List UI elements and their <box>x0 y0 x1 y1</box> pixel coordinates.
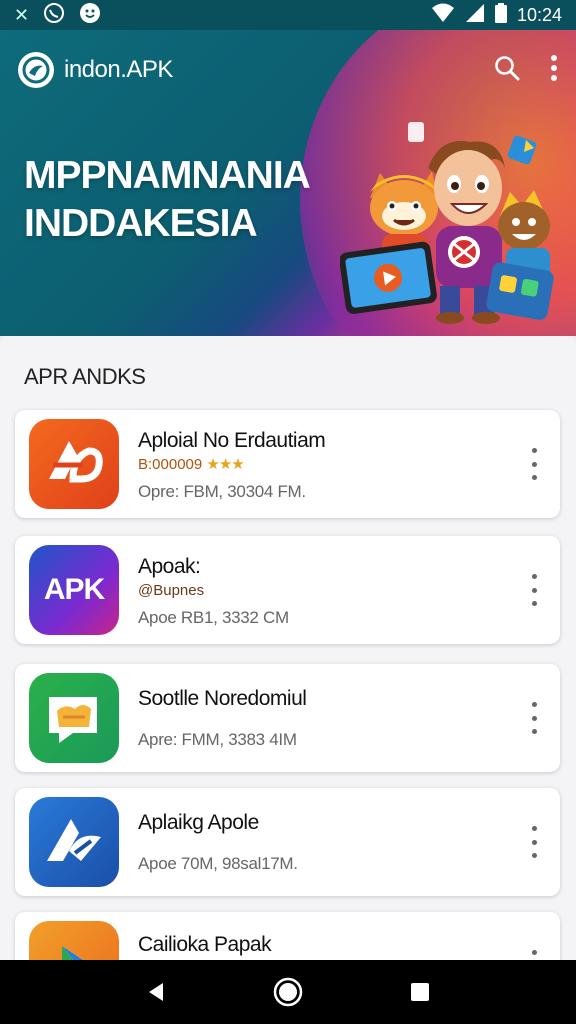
more-vert-icon[interactable] <box>550 54 558 86</box>
smiley-icon <box>79 2 101 29</box>
app-card[interactable]: Aploial No Erdautiam B:000009 ★★★ Opre: … <box>15 410 560 518</box>
signal-icon <box>465 3 485 28</box>
app-meta: Apoe RB1, 3332 CM <box>138 608 289 627</box>
app-name: Aploial No Erdautiam <box>138 429 326 452</box>
more-vert-icon[interactable] <box>528 826 540 858</box>
app-card[interactable]: APK Apoak: @Bupnes Apoe RB1, 3332 CM <box>15 536 560 644</box>
section-title: APR ANDKS <box>24 364 146 389</box>
app-card[interactable]: Cailioka Papak <box>15 912 560 960</box>
app-name: Apoak: <box>138 555 201 578</box>
app-card-text: Aplaikg Apole Apoe 70M, 98sal17M. <box>138 810 498 875</box>
app-rating-code: B:000009 <box>138 456 203 473</box>
app-bar: indon.APK <box>0 30 576 110</box>
app-card-text: Cailioka Papak <box>138 932 498 957</box>
app-icon-text: APK <box>43 573 105 606</box>
app-meta: Apoe 70M, 98sal17M. <box>138 854 298 873</box>
green-chat-logo-icon <box>29 673 119 763</box>
app-name: Sootlle Noredomiul <box>138 687 307 710</box>
x-notification-icon: ✕ <box>14 4 30 25</box>
back-icon[interactable] <box>136 972 176 1012</box>
more-vert-icon[interactable] <box>528 574 540 606</box>
app-card[interactable]: Aplaikg Apole Apoe 70M, 98sal17M. <box>15 788 560 896</box>
app-meta: Apre: FMM, 3383 4IM <box>138 730 297 749</box>
app-card[interactable]: Sootlle Noredomiul Apre: FMM, 3383 4IM <box>15 664 560 772</box>
ap-orange-logo-icon <box>29 419 119 509</box>
star-rating-icon: ★★★ <box>206 456 244 473</box>
app-card-text: Apoak: @Bupnes Apoe RB1, 3332 CM <box>138 554 498 629</box>
play-logo-icon <box>29 921 119 960</box>
app-name: Cailioka Papak <box>138 933 272 956</box>
status-bar: ✕ 10:24 <box>0 0 576 30</box>
app-subtitle: B:000009 ★★★ <box>138 455 498 475</box>
status-time: 10:24 <box>516 4 562 25</box>
app-card-text: Sootlle Noredomiul Apre: FMM, 3383 4IM <box>138 686 498 751</box>
hero-banner: indon.APK MPPNAMNANIA INDDAKESIA <box>0 30 576 336</box>
app-name: Aplaikg Apole <box>138 811 259 834</box>
app-meta: Opre: FBM, 30304 FM. <box>138 482 306 501</box>
whatsapp-icon <box>43 2 65 29</box>
apk-purple-logo-icon: APK <box>29 545 119 635</box>
hero-headline-line1: MPPNAMNANIA <box>24 154 311 197</box>
search-icon[interactable] <box>494 55 520 86</box>
home-icon[interactable] <box>268 972 308 1012</box>
status-bar-right: 10:24 <box>431 2 562 28</box>
hero-illustration <box>340 122 554 324</box>
battery-icon <box>494 2 507 28</box>
wifi-icon <box>431 3 455 28</box>
more-vert-icon[interactable] <box>528 702 540 734</box>
system-nav-bar <box>0 960 576 1024</box>
recents-icon[interactable] <box>400 972 440 1012</box>
blue-a-logo-icon <box>29 797 119 887</box>
main-content: APR ANDKS Aploial No Erdautiam B:000009 … <box>0 336 576 960</box>
app-title: indon.APK <box>64 56 173 83</box>
hero-headline: MPPNAMNANIA INDDAKESIA <box>24 152 344 248</box>
app-logo-icon[interactable] <box>18 52 54 88</box>
status-bar-left: ✕ <box>14 2 101 29</box>
app-subtitle: @Bupnes <box>138 582 205 599</box>
app-bar-actions <box>494 54 558 86</box>
app-card-text: Aploial No Erdautiam B:000009 ★★★ Opre: … <box>138 428 498 503</box>
hero-headline-line2: INDDAKESIA <box>24 202 258 245</box>
more-vert-icon[interactable] <box>528 950 540 960</box>
more-vert-icon[interactable] <box>528 448 540 480</box>
